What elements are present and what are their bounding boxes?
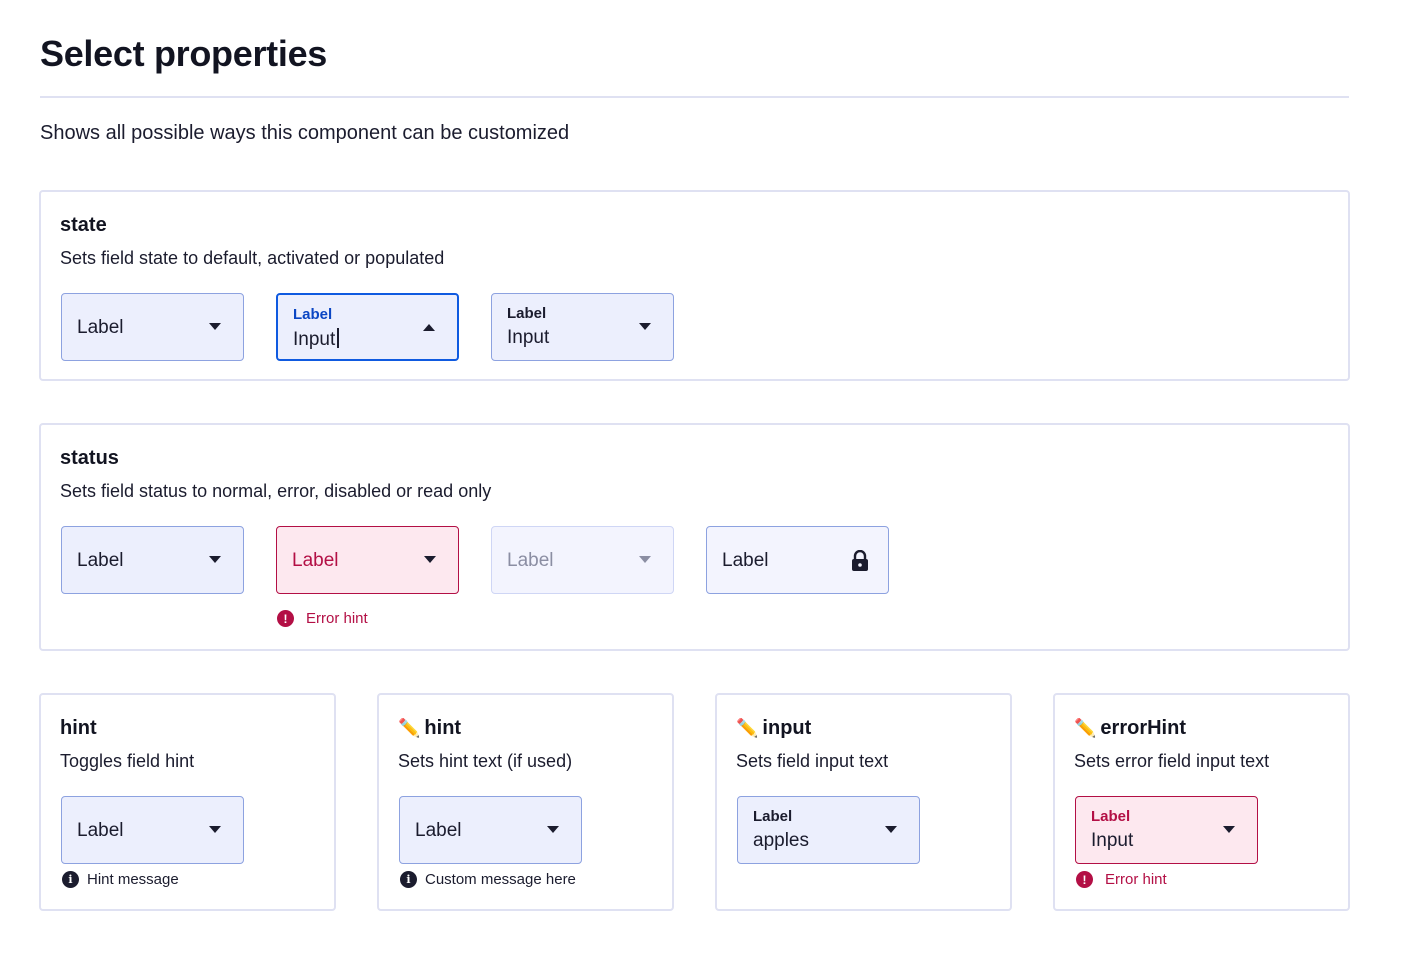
input-card: ✏️ input Sets field input text Label appl…	[715, 693, 1012, 911]
card-description: Sets field status to normal, error, disa…	[60, 481, 492, 501]
card-title: hint	[60, 717, 97, 739]
card-title: ✏️ hint	[398, 717, 462, 739]
field-label: Label	[77, 550, 124, 571]
field-value: Input	[1091, 830, 1134, 851]
status-card: status Sets field status to normal, erro…	[39, 423, 1350, 651]
field-value: Input	[507, 327, 550, 348]
select-custom-hint[interactable]: Label	[399, 796, 582, 864]
select-disabled: Label	[491, 526, 674, 594]
hint-text: Error hint	[306, 610, 368, 627]
card-title: ✏️ input	[736, 717, 812, 739]
select-populated[interactable]: Label Input	[491, 293, 674, 361]
chevron-down-icon	[639, 556, 651, 563]
error-icon: !	[1076, 871, 1093, 888]
state-card: state Sets field state to default, activ…	[39, 190, 1350, 381]
field-label: Label	[293, 306, 333, 323]
select-with-hint[interactable]: Label	[61, 796, 244, 864]
chevron-down-icon	[547, 826, 559, 833]
page-description: Shows all possible ways this component c…	[40, 122, 570, 144]
field-label: Label	[415, 820, 462, 841]
field-label: Label	[77, 317, 124, 338]
pencil-icon: ✏️	[1074, 718, 1097, 738]
field-label: Label	[77, 820, 124, 841]
chevron-down-icon	[209, 556, 221, 563]
chevron-down-icon	[209, 826, 221, 833]
chevron-down-icon	[424, 556, 436, 563]
hint-toggle-card: hint Toggles field hint Label i Hint mes…	[39, 693, 336, 911]
error-hint: ! Error hint	[277, 610, 368, 627]
text-cursor	[337, 328, 339, 348]
info-icon: i	[62, 871, 79, 888]
chevron-down-icon	[639, 323, 651, 330]
card-description: Sets field input text	[736, 751, 889, 771]
card-description: Toggles field hint	[60, 751, 195, 771]
select-error-populated[interactable]: Label Input	[1075, 796, 1258, 864]
select-normal[interactable]: Label	[61, 526, 244, 594]
card-title: state	[60, 214, 107, 236]
select-default[interactable]: Label	[61, 293, 244, 361]
field-label: Label	[292, 550, 339, 571]
chevron-up-icon	[423, 324, 435, 331]
field-label: Label	[753, 808, 793, 825]
select-error[interactable]: Label	[276, 526, 459, 594]
field-value: apples	[753, 830, 809, 851]
field-value: Input	[293, 328, 339, 351]
chevron-down-icon	[1223, 826, 1235, 833]
title-divider	[40, 96, 1349, 98]
error-icon: !	[277, 610, 294, 627]
card-title: ✏️ errorHint	[1074, 717, 1186, 739]
card-description: Sets field state to default, activated o…	[60, 248, 445, 268]
select-readonly: Label	[706, 526, 889, 594]
error-hint: ! Error hint	[1076, 871, 1167, 888]
field-hint: i Custom message here	[400, 871, 576, 888]
card-title: status	[60, 447, 119, 469]
page-title: Select properties	[40, 33, 328, 74]
lock-icon	[852, 550, 868, 571]
select-populated-apples[interactable]: Label apples	[737, 796, 920, 864]
card-description: Sets hint text (if used)	[398, 751, 573, 771]
select-activated[interactable]: Label Input	[276, 293, 459, 361]
chevron-down-icon	[885, 826, 897, 833]
hint-text-card: ✏️ hint Sets hint text (if used) Label i …	[377, 693, 674, 911]
hint-text: Custom message here	[425, 871, 576, 888]
chevron-down-icon	[209, 323, 221, 330]
field-label: Label	[722, 550, 769, 571]
card-description: Sets error field input text	[1074, 751, 1270, 771]
pencil-icon: ✏️	[398, 718, 421, 738]
hint-text: Error hint	[1105, 871, 1167, 888]
pencil-icon: ✏️	[736, 718, 759, 738]
info-icon: i	[400, 871, 417, 888]
field-label: Label	[507, 305, 547, 322]
error-hint-card: ✏️ errorHint Sets error field input text …	[1053, 693, 1350, 911]
field-label: Label	[1091, 808, 1131, 825]
hint-text: Hint message	[87, 871, 179, 888]
field-label: Label	[507, 550, 554, 571]
field-hint: i Hint message	[62, 871, 179, 888]
